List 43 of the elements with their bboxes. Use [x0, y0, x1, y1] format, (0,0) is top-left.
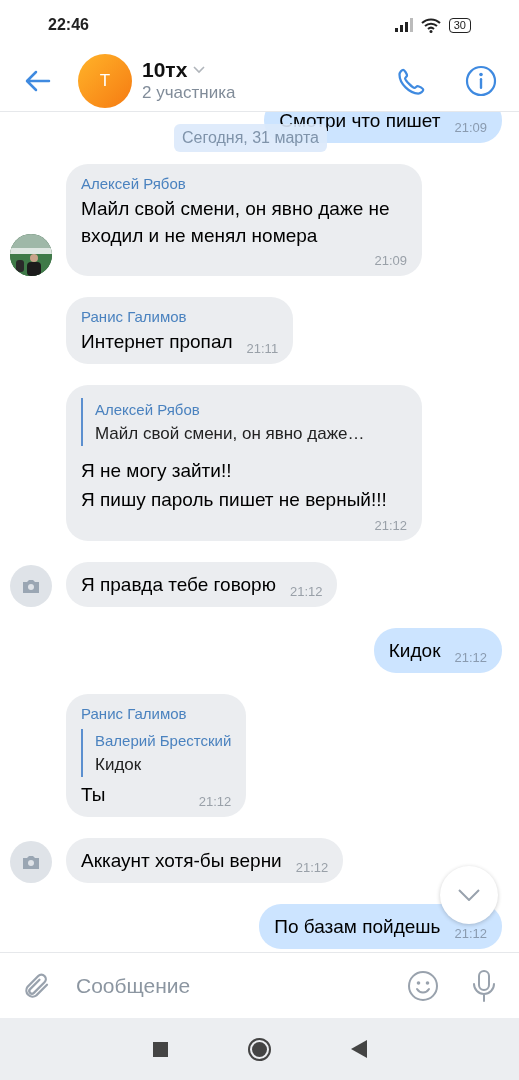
smiley-icon[interactable]: [407, 969, 439, 1002]
message-time: 21:12: [453, 925, 487, 943]
home-button[interactable]: [247, 1037, 271, 1061]
chevron-down-icon[interactable]: [458, 889, 480, 901]
message-text: Я правда тебе говорю: [81, 573, 276, 597]
sender-name: Ранис Галимов: [81, 704, 188, 724]
message-text: Интернет пропал: [81, 330, 233, 354]
reply-text: Кидок: [95, 754, 143, 776]
message-time: 21:11: [245, 340, 279, 358]
message-time: 21:12: [197, 793, 232, 811]
camera-avatar-icon: [10, 565, 52, 607]
chat-subtitle: 2 участника: [142, 82, 236, 104]
status-time: 22:46: [48, 15, 89, 35]
message-text: Я пишу пароль пишет не верный!!!: [81, 488, 387, 512]
chat-title[interactable]: 10тх: [142, 57, 188, 82]
message-input[interactable]: Сообщение: [76, 969, 407, 1002]
wifi-icon: [420, 17, 441, 33]
reply-sender: Алексей Рябов: [95, 400, 201, 420]
message-time: 21:09: [373, 252, 407, 270]
message-time: 21:12: [453, 649, 487, 667]
message-time: 21:12: [294, 859, 329, 877]
message-text: Я не могу зайти!!: [81, 459, 233, 483]
back-nav-icon[interactable]: [350, 1040, 367, 1058]
sender-name: Алексей Рябов: [81, 174, 187, 194]
reply-text: Майл свой смени, он явно даже…: [95, 423, 366, 445]
microphone-icon[interactable]: [471, 968, 497, 1003]
battery-icon: 30: [448, 17, 471, 33]
info-icon[interactable]: [465, 64, 497, 97]
message-time: 21:09: [453, 119, 487, 137]
message-text: Аккаунт хотя-бы верни: [81, 849, 282, 873]
recents-button[interactable]: [152, 1041, 168, 1057]
message-text: Кидок: [388, 639, 441, 663]
chevron-down-icon[interactable]: [193, 65, 206, 74]
message-time: 21:12: [373, 517, 407, 535]
message-text: Ты: [81, 783, 106, 807]
signal-icon: [394, 18, 413, 32]
message-time: 21:12: [288, 583, 323, 601]
reply-sender: Валерий Брестский: [95, 731, 232, 751]
message-text: Майл свой смени, он явно даже не входил и не менял номера: [81, 197, 391, 248]
date-label: Сегодня, 31 марта: [174, 124, 327, 152]
sender-name: Ранис Галимов: [81, 307, 188, 327]
camera-avatar-icon: [10, 841, 52, 883]
message-text: По базам пойдешь: [274, 915, 441, 939]
